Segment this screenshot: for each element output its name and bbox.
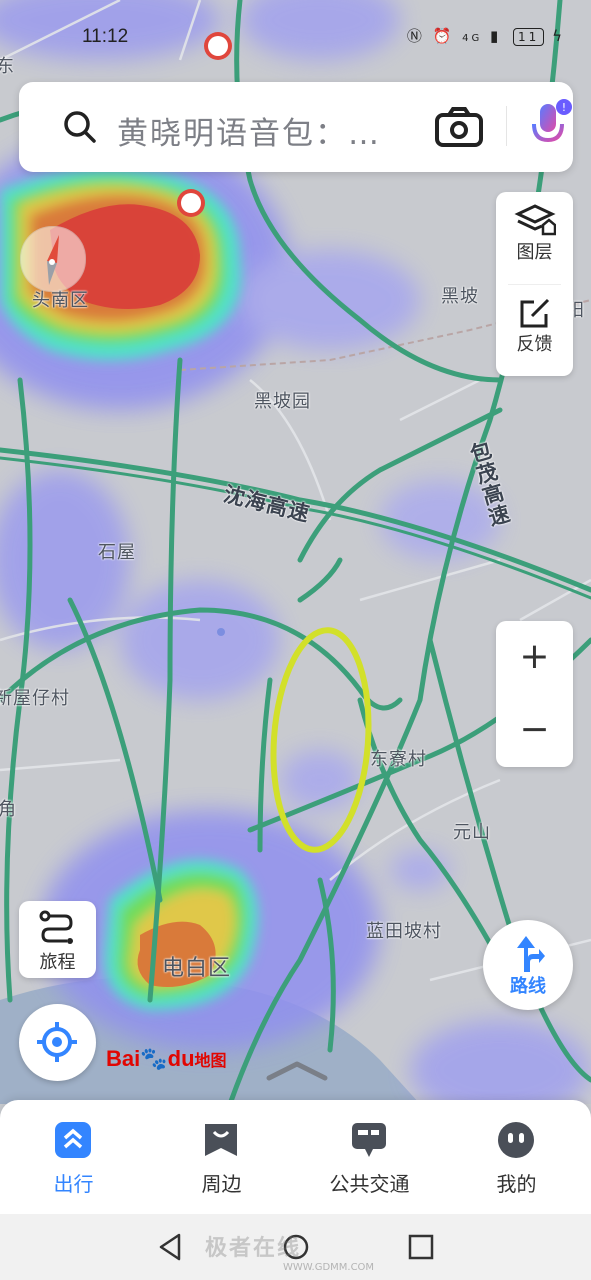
route-arrow-icon [517, 936, 545, 972]
logo-bai: Bai [106, 1046, 141, 1071]
compass-icon [47, 235, 59, 285]
alarm-icon: ⏰ [432, 27, 455, 45]
travel-icon [55, 1122, 91, 1158]
status-icons: Ⓝ ⏰ 4G ▮ 11 ϟ [407, 25, 565, 46]
map-label-edge-left: 角 [0, 799, 17, 820]
search-input[interactable]: 黄晓明语音包：… [117, 108, 422, 153]
map-tools-panel: 图层 反馈 [496, 192, 573, 376]
feedback-label: 反馈 [516, 334, 553, 355]
trip-icon [39, 910, 73, 944]
search-bar[interactable]: 黄晓明语音包：… ! [19, 82, 573, 172]
tab-travel[interactable]: 出行 [0, 1100, 147, 1214]
watermark-url: WWW.GDMM.COM [283, 1262, 375, 1273]
pull-up-handle-icon[interactable] [265, 1060, 329, 1082]
trip-label: 旅程 [39, 952, 76, 973]
layers-label: 图层 [516, 242, 553, 263]
battery-indicator: 11 [513, 28, 545, 46]
status-bar: 11:12 Ⓝ ⏰ 4G ▮ 11 ϟ [0, 0, 591, 74]
layers-icon [513, 204, 556, 236]
trip-button[interactable]: 旅程 [19, 901, 96, 978]
map-label-xinwuzai: 新屋仔村 [0, 688, 70, 709]
back-icon[interactable] [157, 1232, 183, 1262]
watermark-text: 极者在线 [205, 1236, 302, 1261]
tab-profile[interactable]: 我的 [443, 1100, 590, 1214]
map-label-shiwu: 石屋 [98, 542, 136, 563]
feedback-icon [520, 298, 549, 328]
signal-icon: ▮ [489, 27, 502, 45]
route-label: 路线 [510, 976, 546, 997]
nfc-icon: Ⓝ [406, 27, 425, 45]
network-type: 4G [462, 33, 483, 44]
search-divider [506, 106, 507, 146]
tab-travel-label: 出行 [53, 1172, 94, 1196]
locate-icon [37, 1022, 77, 1062]
tab-nearby[interactable]: 周边 [148, 1100, 295, 1214]
locate-me-button[interactable] [19, 1004, 96, 1081]
zoom-controls: + − [496, 621, 573, 767]
paw-icon: 🐾 [140, 1046, 168, 1071]
zoom-in-button[interactable]: + [496, 621, 573, 694]
charging-icon: ϟ [552, 27, 565, 45]
map-label-yuanshan: 元山 [453, 822, 491, 843]
camera-icon[interactable] [434, 106, 484, 148]
logo-du: du [167, 1046, 195, 1071]
tab-profile-label: 我的 [496, 1172, 537, 1196]
layers-button[interactable]: 图层 [496, 204, 573, 284]
panel-divider [508, 284, 561, 285]
tab-nearby-label: 周边 [201, 1172, 242, 1196]
microphone-icon[interactable]: ! [526, 98, 574, 154]
profile-icon [498, 1122, 534, 1158]
tab-public-transit-label: 公共交通 [329, 1172, 410, 1196]
tab-public-transit[interactable]: 公共交通 [296, 1100, 443, 1214]
bottom-navigation: 出行 周边 公共交通 我的 [0, 1100, 591, 1214]
zoom-out-button[interactable]: − [496, 694, 573, 767]
nearby-icon [205, 1124, 237, 1156]
map-label-dongliao: 东寮村 [370, 749, 427, 770]
compass-button[interactable] [20, 226, 86, 292]
feedback-button[interactable]: 反馈 [496, 296, 573, 372]
map-label-heipoyuan: 黑坡园 [254, 391, 311, 412]
map-label-district-bottom: 电白区 [162, 956, 232, 981]
status-time: 11:12 [82, 26, 129, 47]
svg-text:!: ! [562, 101, 566, 114]
recents-icon[interactable] [408, 1234, 434, 1260]
map-label-lantianpo: 蓝田坡村 [366, 921, 442, 942]
baidu-map-logo: Bai🐾du地图 [106, 1046, 227, 1072]
route-button[interactable]: 路线 [483, 920, 573, 1010]
logo-suffix: 地图 [194, 1053, 227, 1070]
bus-icon [352, 1123, 386, 1157]
search-icon [64, 111, 96, 143]
map-label-heipo: 黑坡 [441, 286, 479, 307]
